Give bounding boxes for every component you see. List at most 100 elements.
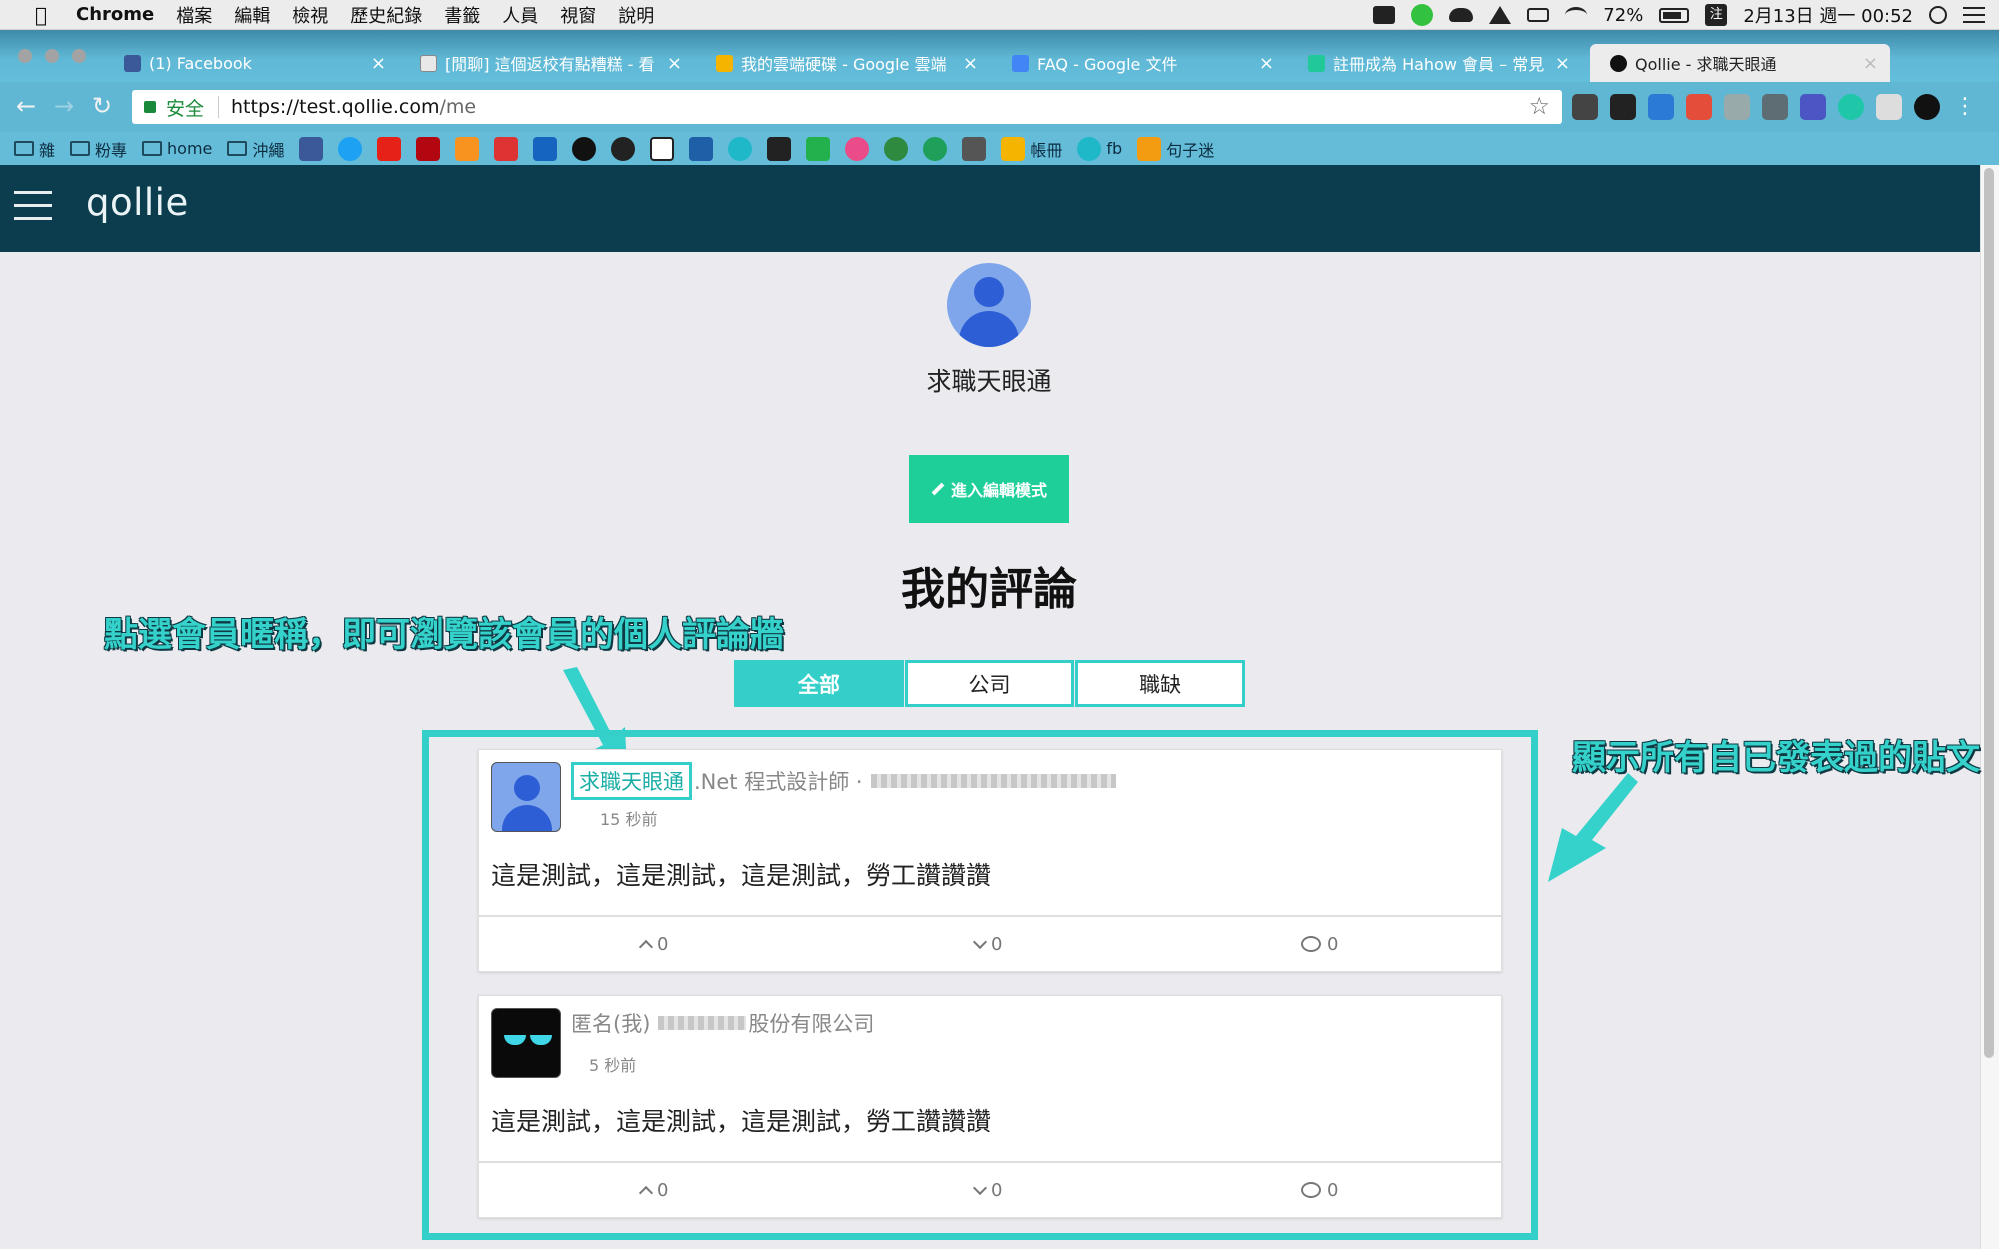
bookmark-folder[interactable]: home bbox=[142, 139, 212, 158]
bookmark-juzimi[interactable]: 句子迷 bbox=[1137, 136, 1215, 161]
divider bbox=[218, 96, 220, 118]
tree-icon[interactable] bbox=[884, 136, 909, 161]
tab-hahow[interactable]: 註冊成為 Hahow 會員 – 常見 × bbox=[1288, 44, 1582, 82]
c-icon[interactable] bbox=[728, 136, 753, 161]
inside-icon[interactable] bbox=[494, 136, 519, 161]
menu-app-chrome[interactable]: Chrome bbox=[76, 4, 154, 25]
downvote-button[interactable]: 0 bbox=[972, 1180, 1002, 1201]
camera-icon[interactable] bbox=[767, 136, 792, 161]
bookmark-drive[interactable]: 帳冊 bbox=[1001, 136, 1062, 161]
bookmark-label: 句子迷 bbox=[1166, 140, 1215, 160]
menu-bookmarks[interactable]: 書籤 bbox=[444, 2, 480, 28]
close-tab-icon[interactable]: × bbox=[667, 53, 682, 74]
post-author-avatar[interactable] bbox=[491, 762, 561, 832]
bookmark-folder[interactable]: 粉專 bbox=[70, 137, 127, 161]
wifi-icon[interactable] bbox=[1565, 7, 1588, 23]
bookmark-folder[interactable]: 雜 bbox=[14, 137, 55, 161]
extension-icon[interactable] bbox=[962, 136, 987, 161]
dsm-icon[interactable] bbox=[533, 136, 558, 161]
tab-title: 我的雲端硬碟 - Google 雲端 bbox=[741, 55, 947, 74]
back-arrow-icon[interactable]: ← bbox=[12, 92, 40, 120]
github-icon[interactable] bbox=[611, 136, 636, 161]
zotero-icon[interactable] bbox=[1800, 94, 1826, 120]
airmail-icon[interactable] bbox=[1373, 6, 1396, 24]
menu-help[interactable]: 說明 bbox=[618, 2, 654, 28]
quora-icon[interactable] bbox=[572, 136, 597, 161]
zoom-window-button[interactable] bbox=[72, 49, 86, 63]
google-drive-icon[interactable] bbox=[1489, 6, 1512, 24]
close-tab-icon[interactable]: × bbox=[963, 53, 978, 74]
edit-mode-button[interactable]: 進入編輯模式 bbox=[909, 455, 1069, 523]
clock[interactable]: 2月13日 週一 00:52 bbox=[1743, 2, 1913, 28]
tab-google-drive[interactable]: 我的雲端硬碟 - Google 雲端 × bbox=[696, 44, 990, 82]
input-method-icon[interactable]: 注 bbox=[1705, 4, 1728, 26]
line-icon[interactable] bbox=[1411, 4, 1434, 26]
downvote-button[interactable]: 0 bbox=[972, 933, 1003, 955]
extension-icon[interactable] bbox=[1648, 94, 1674, 120]
flickr-icon[interactable] bbox=[689, 136, 714, 161]
tab-google-docs-faq[interactable]: FAQ - Google 文件 × bbox=[992, 44, 1286, 82]
h-icon[interactable] bbox=[923, 136, 948, 161]
downvote-count: 0 bbox=[991, 933, 1003, 955]
menu-history[interactable]: 歷史紀錄 bbox=[350, 2, 422, 28]
menu-edit[interactable]: 編輯 bbox=[234, 2, 270, 28]
forward-arrow-icon[interactable]: → bbox=[50, 92, 78, 120]
post-author-link[interactable]: 求職天眼通 bbox=[571, 762, 692, 800]
gmail-checker-icon[interactable] bbox=[1686, 94, 1712, 120]
close-tab-icon[interactable]: × bbox=[1555, 53, 1570, 74]
dribbble-icon[interactable] bbox=[845, 136, 870, 161]
menu-window[interactable]: 視窗 bbox=[560, 2, 596, 28]
extension-icon[interactable] bbox=[455, 136, 480, 161]
extension-icon[interactable] bbox=[1876, 94, 1902, 120]
comment-button[interactable]: 0 bbox=[1301, 1180, 1338, 1201]
tab-qollie[interactable]: Qollie - 求職天眼通 × bbox=[1590, 44, 1890, 82]
notification-center-icon[interactable] bbox=[1963, 7, 1985, 23]
address-bar[interactable]: 安全 https://test.qollie.com /me ☆ bbox=[132, 90, 1562, 124]
reload-icon[interactable]: ↻ bbox=[88, 92, 116, 120]
comment-button[interactable]: 0 bbox=[1301, 934, 1338, 955]
bookmark-fb[interactable]: fb bbox=[1077, 136, 1122, 161]
youtube-icon[interactable] bbox=[377, 136, 402, 161]
profile-icon[interactable] bbox=[1914, 94, 1940, 120]
notion-icon[interactable] bbox=[650, 136, 675, 161]
chrome-toolbar: ← → ↻ 安全 https://test.qollie.com /me ☆ ⋮ bbox=[0, 82, 1999, 132]
tab-facebook[interactable]: (1) Facebook × bbox=[104, 44, 398, 82]
facebook-icon[interactable] bbox=[299, 136, 324, 161]
hamburger-menu-icon[interactable] bbox=[14, 191, 52, 221]
menu-people[interactable]: 人員 bbox=[502, 2, 538, 28]
tab-all[interactable]: 全部 bbox=[734, 660, 904, 707]
close-window-button[interactable] bbox=[18, 49, 32, 63]
upvote-button[interactable]: 0 bbox=[638, 1180, 668, 1201]
extension-icon[interactable] bbox=[1610, 94, 1636, 120]
screen-icon[interactable] bbox=[1527, 8, 1550, 22]
close-tab-icon[interactable]: × bbox=[371, 53, 386, 74]
spotlight-search-icon[interactable] bbox=[1929, 6, 1947, 24]
tab-ptt[interactable]: [閒聊] 這個返校有點糟糕 - 看 × bbox=[400, 44, 694, 82]
close-tab-icon[interactable]: × bbox=[1259, 53, 1274, 74]
upvote-button[interactable]: 0 bbox=[638, 934, 668, 955]
extension-icon[interactable] bbox=[1724, 94, 1750, 120]
cast-icon[interactable] bbox=[1762, 94, 1788, 120]
anonymous-avatar[interactable] bbox=[491, 1008, 561, 1078]
pocket-icon[interactable] bbox=[1572, 94, 1598, 120]
chrome-menu-icon[interactable]: ⋮ bbox=[1952, 94, 1978, 120]
bookmark-star-icon[interactable]: ☆ bbox=[1528, 92, 1550, 120]
menu-view[interactable]: 檢視 bbox=[292, 2, 328, 28]
twitter-icon[interactable] bbox=[338, 136, 363, 161]
post-author-link[interactable]: 匿名(我) bbox=[571, 1008, 650, 1038]
tab-company[interactable]: 公司 bbox=[904, 660, 1075, 707]
apple-icon[interactable]:  bbox=[26, 3, 56, 27]
extension-icon[interactable] bbox=[1838, 94, 1864, 120]
tab-job[interactable]: 職缺 bbox=[1075, 660, 1246, 707]
close-tab-icon[interactable]: × bbox=[1863, 53, 1878, 74]
minimize-window-button[interactable] bbox=[45, 49, 59, 63]
scrollbar-thumb[interactable] bbox=[1984, 168, 1994, 1058]
netflix-icon[interactable] bbox=[416, 136, 441, 161]
u-icon[interactable] bbox=[806, 136, 831, 161]
bookmark-folder[interactable]: 沖繩 bbox=[227, 137, 284, 161]
cloud-icon[interactable] bbox=[1449, 8, 1474, 22]
menu-file[interactable]: 檔案 bbox=[176, 2, 212, 28]
site-logo[interactable]: qollie bbox=[86, 181, 189, 224]
post-meta: 匿名(我) 股份有限公司 bbox=[571, 1008, 874, 1038]
battery-icon[interactable] bbox=[1659, 7, 1690, 23]
